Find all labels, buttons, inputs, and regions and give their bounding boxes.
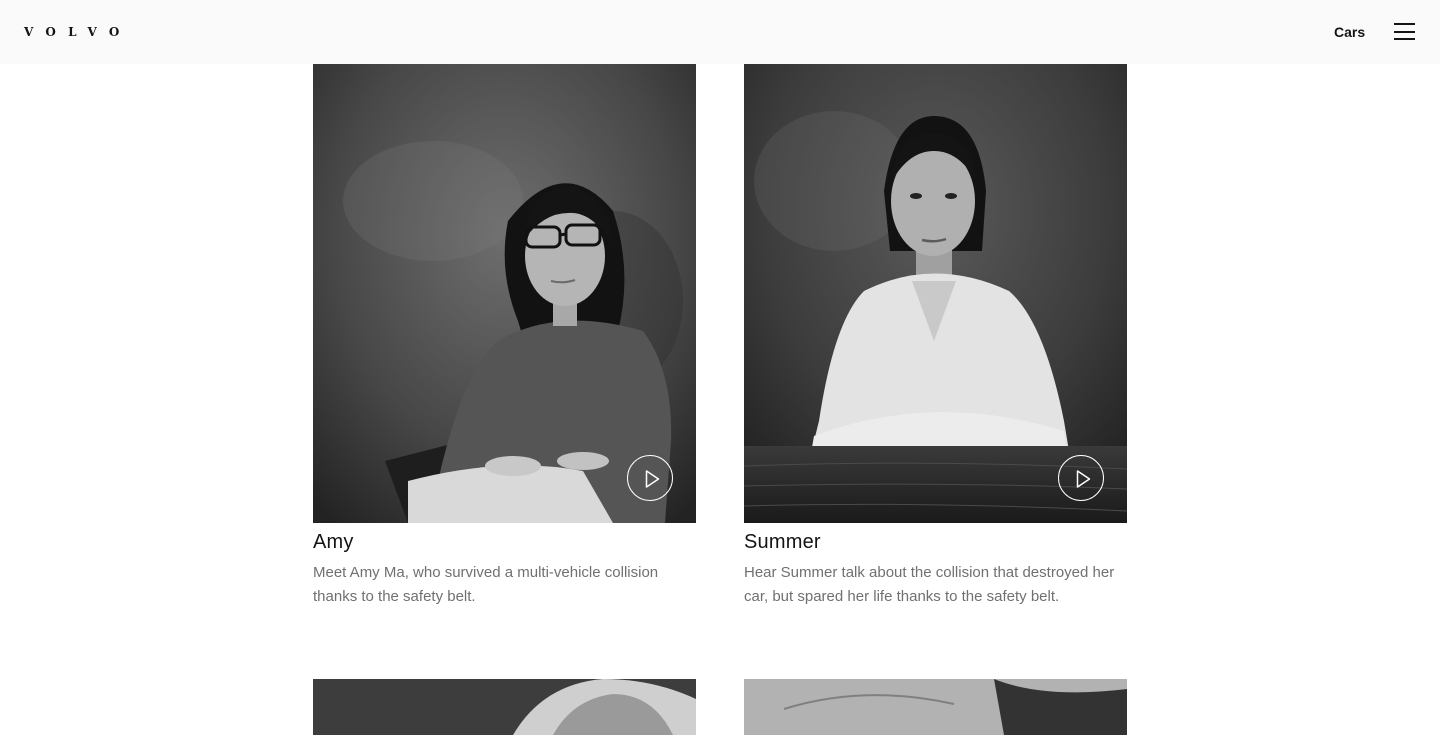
top-navigation-bar: VOLVO Cars	[0, 0, 1440, 64]
hamburger-menu-icon[interactable]	[1392, 20, 1416, 44]
play-icon[interactable]	[1058, 455, 1104, 501]
story-description: Meet Amy Ma, who survived a multi-vehicl…	[313, 564, 659, 605]
volvo-logo[interactable]: VOLVO	[24, 24, 132, 40]
amy-portrait-image[interactable]	[313, 41, 696, 523]
nav-link-cars[interactable]: Cars	[1334, 22, 1365, 42]
play-icon[interactable]	[627, 455, 673, 501]
story-card-summer: Summer Hear Summer talk about the collis…	[744, 41, 1127, 605]
story-name: Amy	[313, 531, 354, 553]
next-story-image-left[interactable]	[313, 679, 696, 735]
story-description: Hear Summer talk about the collision tha…	[744, 564, 1115, 605]
story-card-amy: Amy Meet Amy Ma, who survived a multi-ve…	[313, 41, 696, 605]
story-name: Summer	[744, 531, 821, 553]
next-story-image-right[interactable]	[744, 679, 1127, 735]
summer-portrait-image[interactable]	[744, 41, 1127, 523]
